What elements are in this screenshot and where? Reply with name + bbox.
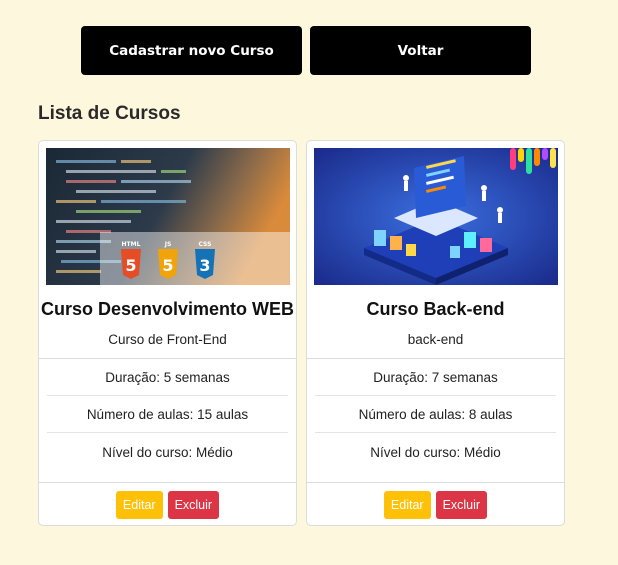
course-card: Curso Back-end back-end Duração: 7 seman… [306, 140, 565, 526]
card-footer: Editar Excluir [307, 482, 564, 525]
svg-text:5: 5 [162, 256, 173, 275]
course-duration: Duração: 5 semanas [47, 359, 288, 396]
course-details-list: Duração: 7 semanas Número de aulas: 8 au… [307, 358, 564, 471]
back-button[interactable]: Voltar [310, 26, 531, 75]
course-lessons: Número de aulas: 15 aulas [47, 396, 288, 433]
course-level: Nível do curso: Médio [370, 444, 501, 460]
course-image-backend [314, 148, 558, 285]
course-image-web: HTML 5 JS 5 CSS 3 [46, 148, 290, 285]
svg-text:HTML: HTML [122, 241, 141, 248]
svg-text:CSS: CSS [199, 241, 212, 248]
delete-button[interactable]: Excluir [435, 491, 488, 519]
course-level: Nível do curso: Médio [102, 444, 233, 460]
course-title: Curso Back-end [366, 299, 505, 319]
course-description: Curso de Front-End [108, 332, 227, 347]
course-title: Curso Desenvolvimento WEB [40, 299, 295, 319]
card-footer: Editar Excluir [39, 482, 296, 525]
edit-button[interactable]: Editar [115, 491, 163, 519]
edit-button[interactable]: Editar [383, 491, 431, 519]
svg-text:3: 3 [199, 256, 210, 275]
course-duration: Duração: 7 semanas [315, 359, 556, 396]
course-details-list: Duração: 5 semanas Número de aulas: 15 a… [39, 358, 296, 471]
svg-text:JS: JS [164, 241, 172, 248]
course-description: back-end [407, 332, 464, 347]
course-lessons: Número de aulas: 8 aulas [315, 396, 556, 433]
course-card: HTML 5 JS 5 CSS 3 Curso Desenvolvimento … [38, 140, 297, 526]
svg-text:5: 5 [125, 256, 136, 275]
page-title: Lista de Cursos [38, 103, 181, 124]
new-course-button[interactable]: Cadastrar novo Curso [81, 26, 302, 75]
delete-button[interactable]: Excluir [167, 491, 220, 519]
